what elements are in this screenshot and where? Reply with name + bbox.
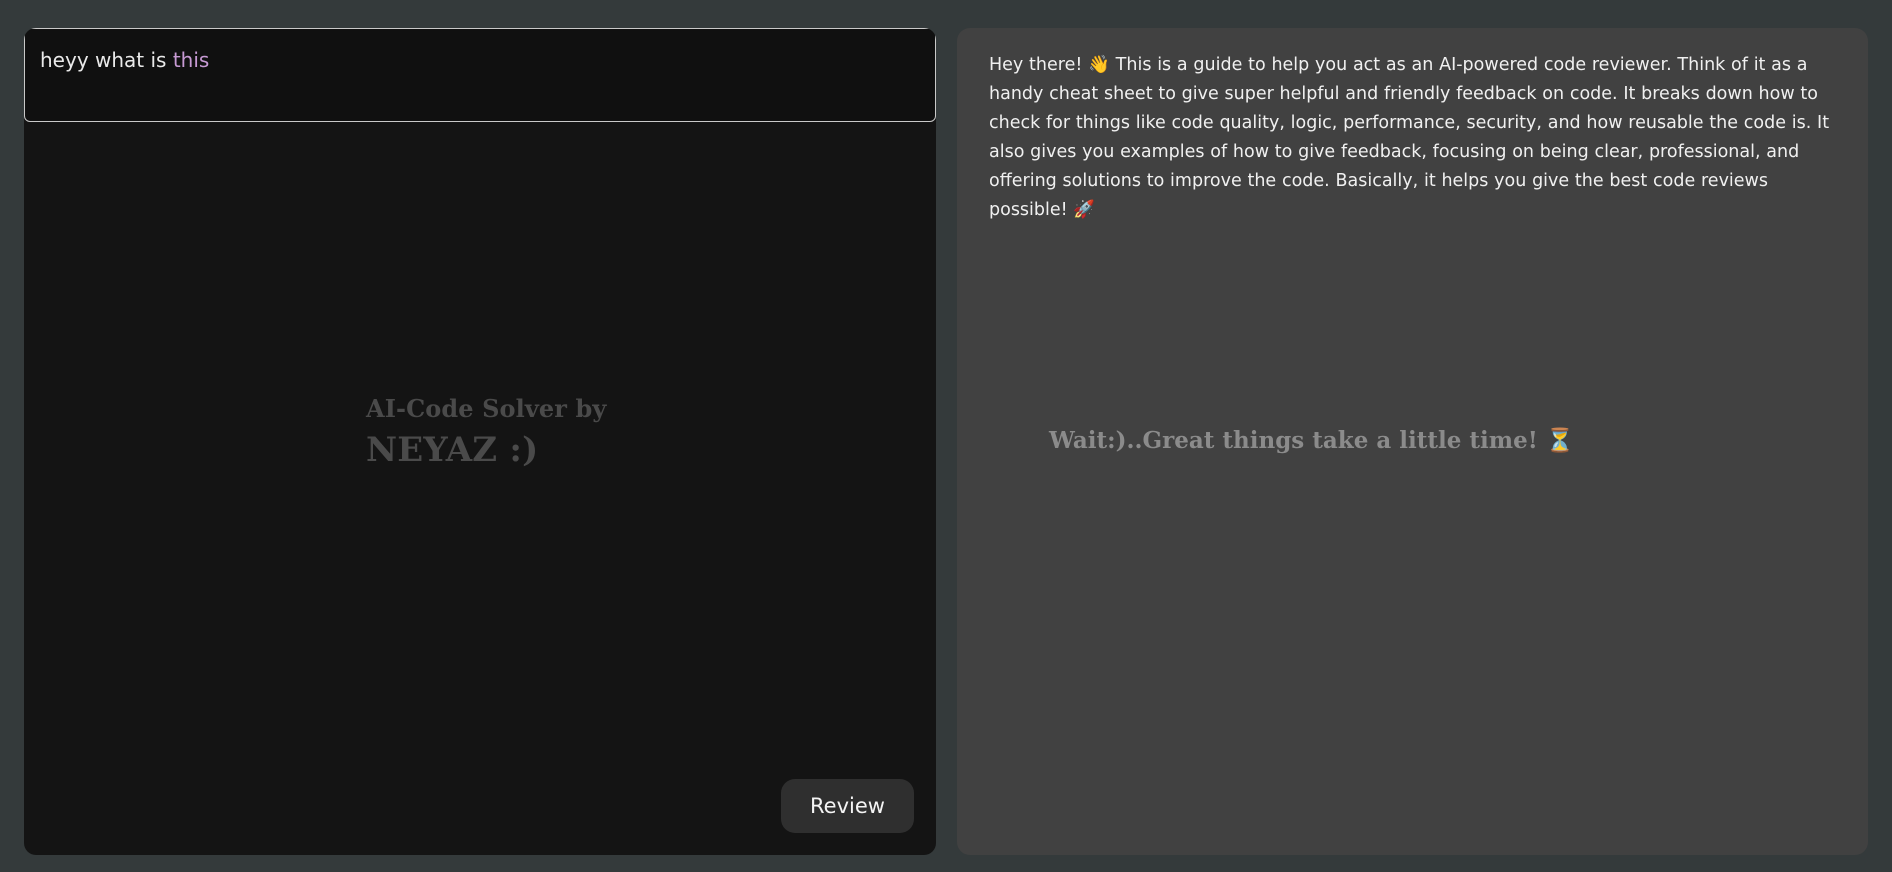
watermark-line-two: NEYAZ :) bbox=[366, 429, 539, 470]
code-keyword[interactable]: this bbox=[173, 48, 210, 72]
review-response-text: Hey there! 👋 This is a guide to help you… bbox=[989, 55, 1830, 220]
code-line[interactable]: heyy what is this bbox=[40, 48, 209, 72]
code-text[interactable]: heyy what is bbox=[40, 48, 173, 72]
loading-message: Wait:)..Great things take a little time!… bbox=[1049, 427, 1575, 454]
app-page: heyy what is this AI-Code Solver by NEYA… bbox=[0, 0, 1892, 872]
review-button[interactable]: Review bbox=[781, 779, 914, 833]
review-output-panel: Hey there! 👋 This is a guide to help you… bbox=[957, 28, 1868, 855]
app-watermark: AI-Code Solver by NEYAZ :) bbox=[366, 394, 607, 471]
watermark-line-one: AI-Code Solver by bbox=[366, 394, 607, 423]
code-editor-panel: heyy what is this AI-Code Solver by NEYA… bbox=[24, 28, 936, 855]
code-editor[interactable]: heyy what is this bbox=[24, 28, 936, 122]
